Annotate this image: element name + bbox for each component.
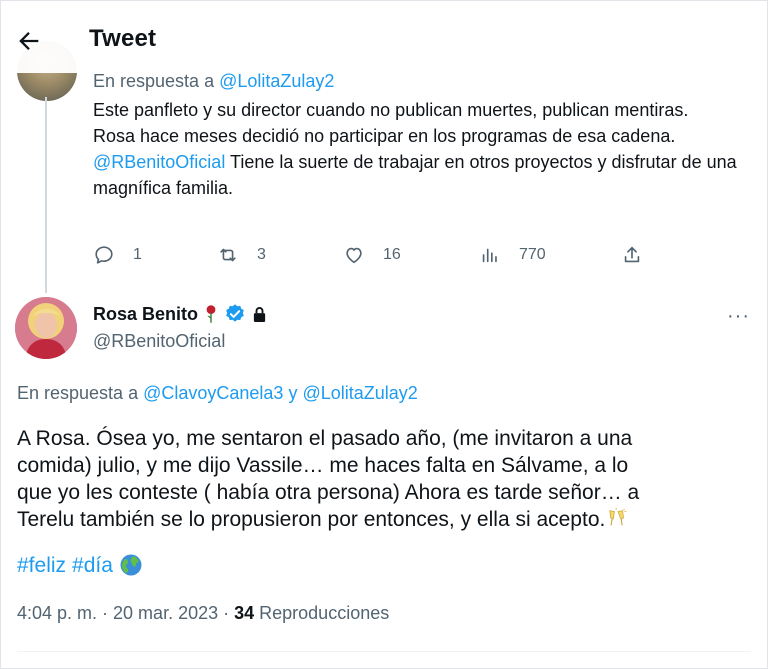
retweet-button[interactable]: 3 — [217, 241, 266, 269]
tweet-line: Este panfleto y su director cuando no pu… — [93, 100, 689, 120]
back-button[interactable] — [15, 27, 43, 55]
tweet-text: A Rosa. Ósea yo, me sentaron el pasado a… — [17, 425, 667, 533]
tweet-timestamp[interactable]: 4:04 p. m. · 20 mar. 2023 · — [17, 603, 234, 623]
reply-prefix: En respuesta a — [17, 383, 139, 403]
views-count: 770 — [519, 246, 546, 263]
retweet-icon — [220, 248, 236, 262]
avatar-photo — [15, 297, 77, 359]
tweet-line: Rosa hace meses decidió no participar en… — [93, 126, 676, 146]
views-label: Reproducciones — [254, 603, 390, 623]
reply-context: En respuesta a @LolitaZulay2 — [93, 71, 334, 92]
divider — [17, 651, 751, 652]
reply-mention-link[interactable]: @LolitaZulay2 — [302, 383, 417, 403]
more-options-button[interactable]: ··· — [727, 305, 750, 328]
reply-icon — [95, 246, 113, 264]
rose-icon — [204, 304, 218, 324]
tweet-actions: 1 3 16 770 — [93, 241, 653, 269]
share-icon — [624, 246, 640, 263]
avatar[interactable] — [15, 297, 77, 359]
reply-prefix: En respuesta a — [93, 71, 215, 91]
lock-icon — [252, 306, 267, 323]
reply-mention-link[interactable]: @LolitaZulay2 — [219, 71, 334, 91]
views-count: 34 — [234, 603, 255, 623]
tweet-text: Este panfleto y su director cuando no pu… — [93, 97, 753, 201]
retweet-count: 3 — [257, 246, 266, 263]
tweet-metadata: 4:04 p. m. · 20 mar. 2023 · 34 Reproducc… — [17, 603, 389, 624]
reply-joiner: y — [283, 383, 303, 403]
hashtag-row: #feliz #día — [17, 553, 149, 579]
tweet-body: A Rosa. Ósea yo, me sentaron el pasado a… — [17, 427, 640, 531]
reply-button[interactable]: 1 — [93, 241, 142, 269]
share-button[interactable] — [621, 241, 661, 269]
globe-emoji-icon — [119, 553, 143, 579]
arrow-left-icon — [19, 32, 39, 50]
author-handle[interactable]: @RBenitoOficial — [93, 331, 225, 352]
author-name[interactable]: Rosa Benito — [93, 304, 198, 325]
heart-icon — [346, 247, 362, 264]
tweet-line: @RBenitoOficial Tiene la suerte de traba… — [93, 149, 753, 201]
hashtag-link[interactable]: #feliz — [17, 554, 66, 578]
hashtag-link[interactable]: #día — [72, 554, 113, 578]
page-header: Tweet — [1, 1, 767, 73]
author-name-row[interactable]: Rosa Benito — [93, 303, 267, 325]
mention-link[interactable]: @RBenitoOficial — [93, 152, 225, 172]
verified-badge-icon — [224, 303, 246, 325]
champagne-emoji-icon — [605, 507, 631, 531]
views-chart-icon — [482, 248, 497, 263]
like-button[interactable]: 16 — [343, 241, 401, 269]
like-count: 16 — [383, 246, 401, 263]
reply-mention-link[interactable]: @ClavoyCanela3 — [143, 383, 283, 403]
views-button[interactable]: 770 — [479, 241, 546, 269]
reply-count: 1 — [133, 246, 142, 263]
thread-connector — [45, 97, 47, 293]
reply-context: En respuesta a @ClavoyCanela3 y @LolitaZ… — [17, 383, 418, 404]
page-title: Tweet — [89, 25, 157, 52]
tweet-page: Tweet En respuesta a @LolitaZulay2 Este … — [0, 0, 768, 669]
